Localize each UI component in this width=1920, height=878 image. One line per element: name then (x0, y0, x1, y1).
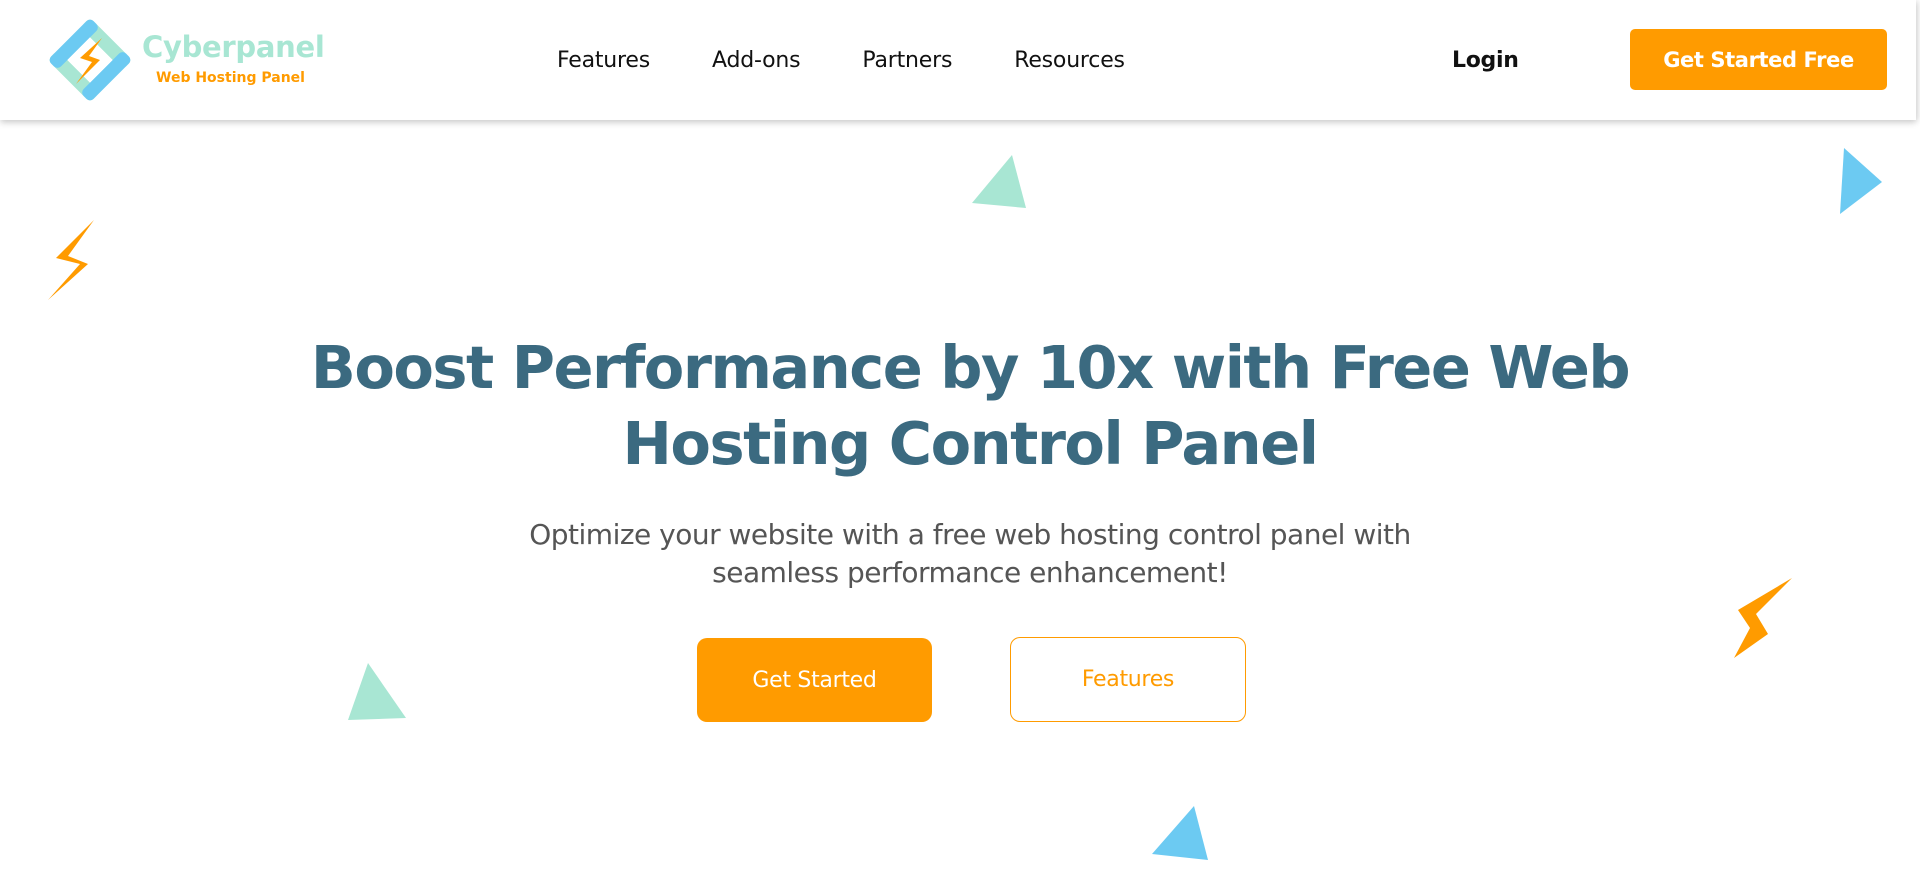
brand-name: Cyberpanel (142, 30, 325, 64)
login-link[interactable]: Login (1452, 44, 1519, 78)
nav-item-partners[interactable]: Partners (862, 44, 952, 78)
nav-item-resources[interactable]: Resources (1014, 44, 1125, 78)
lightning-bolt-icon (1734, 578, 1792, 658)
triangle-icon (348, 663, 406, 720)
logo-link[interactable]: Cyberpanel Web Hosting Panel (44, 14, 325, 106)
lightning-diamond-logo-icon (49, 19, 131, 101)
hero-subtitle-line-1: Optimize your website with a free web ho… (529, 518, 1411, 551)
hero-title-line-2: Hosting Control Panel (622, 409, 1319, 478)
triangle-icon (1152, 806, 1208, 860)
features-button[interactable]: Features (1010, 637, 1246, 722)
brand-tagline: Web Hosting Panel (156, 70, 305, 86)
nav-item-features[interactable]: Features (557, 44, 650, 78)
get-started-button[interactable]: Get Started (697, 638, 932, 722)
hero-subtitle-line-2: seamless performance enhancement! (712, 556, 1228, 589)
hero-title-line-1: Boost Performance by 10x with Free Web (310, 333, 1631, 402)
hero-title: Boost Performance by 10x with Free Web H… (260, 330, 1680, 482)
get-started-free-button[interactable]: Get Started Free (1630, 29, 1887, 90)
triangle-icon (972, 155, 1026, 208)
main-nav: Features Add-ons Partners Resources (557, 44, 1187, 78)
site-header: Cyberpanel Web Hosting Panel Features Ad… (0, 0, 1916, 120)
lightning-bolt-icon (48, 220, 94, 300)
hero-subtitle: Optimize your website with a free web ho… (440, 516, 1500, 592)
triangle-icon (1840, 148, 1882, 214)
nav-item-add-ons[interactable]: Add-ons (712, 44, 801, 78)
